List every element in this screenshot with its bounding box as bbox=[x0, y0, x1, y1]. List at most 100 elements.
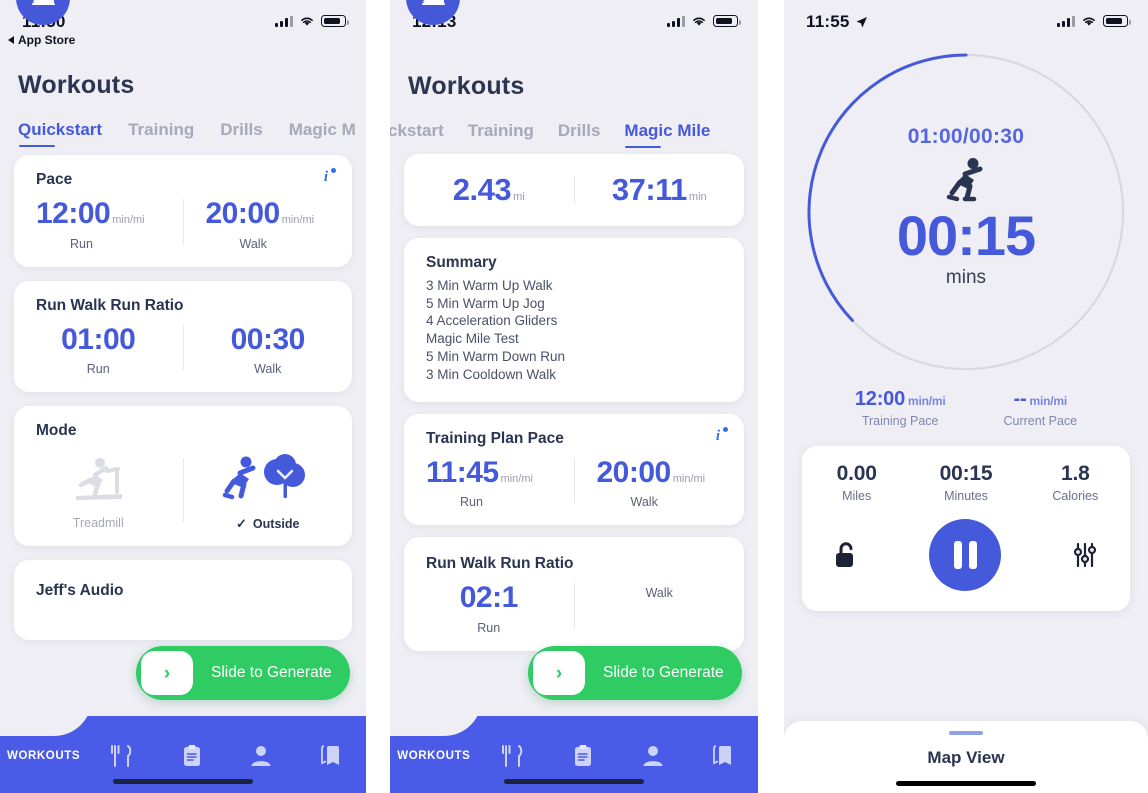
card-mode[interactable]: Mode Treadmill ✓ Outside bbox=[14, 406, 352, 546]
training-walk-value: 20:00 bbox=[596, 455, 672, 489]
pace-walk-value: 20:00 bbox=[205, 197, 281, 230]
slide-to-generate[interactable]: › Slide to Generate bbox=[528, 646, 742, 700]
nav-item-nutrition[interactable] bbox=[478, 743, 548, 769]
stat-minutes: 00:15 Minutes bbox=[911, 462, 1020, 503]
tab-magic-mile[interactable]: Magic M bbox=[289, 120, 356, 149]
pause-icon-bar2 bbox=[968, 541, 977, 569]
wifi-icon bbox=[301, 17, 313, 26]
timer-value: 00:15 bbox=[896, 204, 1036, 268]
nav-item-journal[interactable] bbox=[296, 743, 366, 769]
card-magic-mile-stats[interactable]: 2.43 mi 37:11 min bbox=[404, 154, 744, 226]
ratio-walk-label: Walk bbox=[645, 586, 673, 601]
stat-minutes-label: Minutes bbox=[944, 489, 988, 503]
phone-screen-active-workout: 11:55 01:00/00:30 00:15 mins 12:00 min/m… bbox=[784, 0, 1148, 793]
mode-outside-label: Outside bbox=[252, 517, 300, 531]
map-view-label: Map View bbox=[927, 748, 1005, 767]
timer-unit: mins bbox=[945, 266, 987, 288]
tab-drills[interactable]: Drills bbox=[558, 121, 601, 150]
ratio-walk-label: Walk bbox=[254, 362, 282, 376]
status-indicators bbox=[667, 12, 741, 27]
pace-training-value: 12:00 bbox=[854, 388, 905, 410]
training-run-col: 11:45 min/mi Run bbox=[404, 450, 574, 510]
mode-option-outside[interactable]: ✓ Outside bbox=[184, 448, 353, 532]
clipboard-icon bbox=[574, 745, 591, 766]
clipboard-icon bbox=[183, 745, 200, 766]
bottom-nav: WORKOUTS bbox=[0, 698, 366, 793]
sliders-icon[interactable] bbox=[1070, 540, 1100, 570]
tab-training[interactable]: Training bbox=[128, 120, 194, 149]
stats-row: 0.00 Miles 00:15 Minutes 1.8 Calories bbox=[802, 462, 1130, 503]
nav-item-journal[interactable] bbox=[688, 743, 758, 769]
card-ratio-title: Run Walk Run Ratio bbox=[36, 296, 184, 314]
nav-workouts-label: WORKOUTS bbox=[6, 750, 81, 762]
wifi-icon bbox=[693, 17, 705, 26]
card-pace[interactable]: i Pace 12:00 min/mi Run 20:00 min/mi Walk bbox=[14, 155, 352, 267]
magic-distance-col: 2.43 mi bbox=[404, 172, 574, 208]
runner-outside-icon bbox=[222, 454, 305, 500]
back-to-app-store-link[interactable]: App Store bbox=[0, 33, 366, 47]
info-icon[interactable]: i bbox=[710, 426, 728, 444]
nav-item-profile[interactable] bbox=[618, 743, 688, 769]
screen-gap-2 bbox=[758, 0, 784, 793]
card-training-plan-pace[interactable]: i Training Plan Pace 11:45 min/mi Run 20:… bbox=[404, 413, 744, 526]
list-item: 3 Min Warm Up Walk bbox=[426, 277, 553, 293]
slide-to-generate[interactable]: › Slide to Generate bbox=[136, 646, 350, 700]
slider-knob[interactable]: › bbox=[141, 651, 193, 695]
card-run-walk-ratio[interactable]: Run Walk Run Ratio 01:00 Run 00:30 Walk bbox=[14, 280, 352, 392]
pace-current-unit: min/mi bbox=[1029, 394, 1068, 408]
battery-icon bbox=[713, 15, 741, 27]
card-summary[interactable]: Summary 3 Min Warm Up Walk 5 Min Warm Up… bbox=[404, 237, 744, 402]
card-run-walk-ratio[interactable]: Run Walk Run Ratio 02:1 Run Walk bbox=[404, 537, 744, 651]
map-view-sheet[interactable]: Map View bbox=[784, 721, 1148, 793]
drag-handle[interactable] bbox=[949, 731, 983, 735]
pace-run-label: Run bbox=[70, 236, 93, 251]
tab-training[interactable]: Training bbox=[468, 121, 534, 150]
mode-option-treadmill[interactable]: Treadmill bbox=[14, 448, 183, 532]
page-title: Workouts bbox=[18, 71, 135, 99]
wifi-icon bbox=[1083, 17, 1095, 26]
tab-drills[interactable]: Drills bbox=[220, 120, 263, 149]
slide-to-generate-label: Slide to Generate bbox=[211, 664, 332, 681]
info-icon[interactable]: i bbox=[318, 168, 336, 185]
unlocked-padlock-icon[interactable] bbox=[832, 540, 860, 570]
ratio-run-label: Run bbox=[86, 362, 110, 376]
nav-item-log[interactable] bbox=[157, 743, 227, 769]
nav-item-workouts[interactable]: WORKOUTS bbox=[0, 750, 87, 762]
pace-current-value: -- bbox=[1013, 388, 1027, 410]
nav-item-profile[interactable] bbox=[227, 743, 297, 769]
magic-mile-values: 2.43 mi 37:11 min bbox=[404, 154, 744, 226]
card-list: 2.43 mi 37:11 min Summary 3 Min Warm Up Wa… bbox=[390, 150, 758, 651]
list-item: 5 Min Warm Up Jog bbox=[426, 295, 545, 311]
stat-calories: 1.8 Calories bbox=[1021, 462, 1130, 503]
screenshot-stage: 11:50 App Store Workouts Quickstart Trai… bbox=[0, 0, 1148, 793]
nav-notch bbox=[0, 698, 92, 736]
slider-knob[interactable]: › bbox=[533, 651, 585, 695]
chevron-right-icon: › bbox=[555, 662, 563, 684]
nav-items: WORKOUTS bbox=[390, 743, 758, 769]
tab-magic-mile[interactable]: Magic Mile bbox=[624, 121, 710, 150]
slide-to-generate-label: Slide to Generate bbox=[603, 664, 724, 681]
pace-run-value-wrap: 12:00 min/mi bbox=[36, 197, 145, 232]
stat-calories-value: 1.8 bbox=[1061, 462, 1090, 485]
list-item: 5 Min Warm Down Run bbox=[426, 349, 566, 365]
nav-item-nutrition[interactable] bbox=[87, 743, 157, 769]
battery-icon bbox=[1103, 15, 1131, 27]
card-jeffs-audio[interactable]: Jeff's Audio bbox=[14, 560, 352, 640]
pace-current: -- min/mi Current Pace bbox=[1003, 388, 1077, 428]
training-walk-unit: min/mi bbox=[672, 472, 706, 485]
nav-item-log[interactable] bbox=[548, 743, 618, 769]
status-time: 11:55 bbox=[806, 12, 850, 31]
ratio-run-label: Run bbox=[477, 620, 501, 635]
nav-item-workouts[interactable]: WORKOUTS bbox=[390, 750, 478, 762]
card-mode-title: Mode bbox=[36, 422, 77, 439]
fork-knife-icon bbox=[501, 745, 522, 767]
tab-quickstart[interactable]: ckstart bbox=[390, 121, 444, 150]
pause-button[interactable] bbox=[929, 519, 1001, 591]
running-shoe-icon bbox=[422, 0, 445, 5]
ratio-run-col: 02:1 Run bbox=[404, 575, 574, 635]
person-icon bbox=[643, 746, 663, 766]
cellular-bars-icon bbox=[1057, 15, 1075, 27]
mode-options: Treadmill ✓ Outside bbox=[14, 440, 352, 546]
tab-quickstart[interactable]: Quickstart bbox=[18, 120, 102, 149]
pace-walk-label: Walk bbox=[239, 236, 267, 251]
